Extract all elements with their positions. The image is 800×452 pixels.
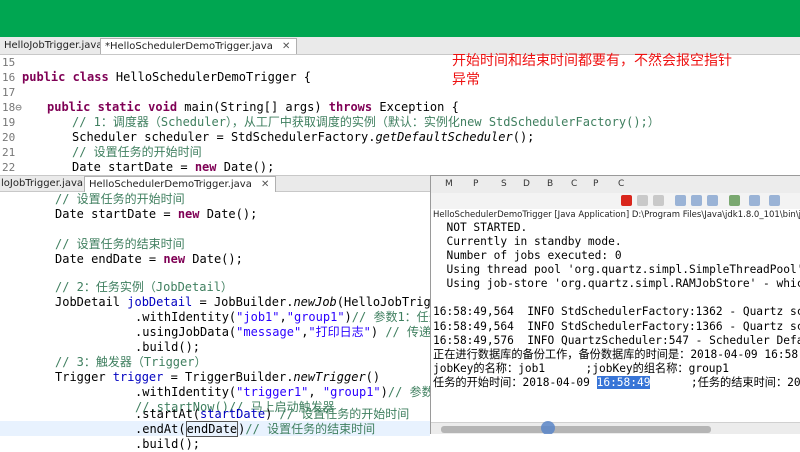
tab-console-alt[interactable]: C <box>571 178 577 190</box>
selected-time-text[interactable]: 16:58:49 <box>596 376 651 389</box>
tab-servers[interactable]: S <box>501 178 507 190</box>
console-line: NOT STARTED. <box>433 221 528 234</box>
close-icon[interactable]: ✕ <box>261 179 269 190</box>
line-number: 19 <box>2 116 16 129</box>
code-line-comment-jobdetail: // 2：任务实例（JobDetail） <box>55 280 233 294</box>
remove-launch-icon[interactable] <box>637 195 648 206</box>
process-label: HelloSchedulerDemoTrigger [Java Applicat… <box>433 210 800 220</box>
tab-helloschedulerdemotrigger[interactable]: HelloSchedulerDemoTrigger.java ✕ <box>84 176 277 192</box>
tab-markers[interactable]: M <box>445 178 453 190</box>
code-line-enddate: Date endDate = new Date(); <box>55 252 243 266</box>
console-toolbar <box>431 193 800 209</box>
display-console-icon[interactable] <box>749 195 760 206</box>
code-line-comment-trigger: // 3：触发器（Trigger） <box>55 355 207 369</box>
tab-helloschedulerdemotrigger[interactable]: *HelloSchedulerDemoTrigger.java ✕ <box>100 38 298 54</box>
console-line: Using thread pool 'org.quartz.simpl.Simp… <box>433 263 800 276</box>
code-line-comment-start: // 设置任务的开始时间 <box>72 145 202 159</box>
line-number: 16 <box>2 71 16 84</box>
start-time-prefix: 任务的开始时间：2018-04-09 <box>433 376 597 389</box>
clear-console-icon[interactable] <box>675 195 686 206</box>
tab-label: HelloJobTrigger.java <box>4 40 103 51</box>
tab-hellojobtrigger[interactable]: loJobTrigger.java <box>0 176 89 191</box>
line-number: 21 <box>2 146 16 159</box>
front-editor-tab-bar: loJobTrigger.java HelloSchedulerDemoTrig… <box>0 176 430 192</box>
terminate-icon[interactable] <box>621 195 632 206</box>
tab-label: loJobTrigger.java <box>1 178 84 189</box>
code-line-comment-end: // 设置任务的结束时间 <box>55 237 185 251</box>
line-number: 20 <box>2 131 16 144</box>
console-line: 正在进行数据库的备份工作，备份数据库的时间是：2018-04-09 16:58:… <box>433 348 800 361</box>
code-line-scheduler: Scheduler scheduler = StdSchedulerFactor… <box>72 130 535 144</box>
console-line: Using job-store 'org.quartz.simpl.RAMJob… <box>433 277 800 290</box>
end-time-suffix: ;任务的结束时间：2018 <box>650 376 800 389</box>
tab-data-source[interactable]: D <box>523 178 530 190</box>
code-line-build: .build(); <box>135 340 201 354</box>
tab-label: HelloSchedulerDemoTrigger.java <box>89 179 252 190</box>
line-number: 15 <box>2 56 16 69</box>
console-line: 16:58:49,564 INFO StdSchedulerFactory:13… <box>433 320 800 333</box>
code-line-trigger: Trigger trigger = TriggerBuilder.newTrig… <box>55 370 381 384</box>
word-wrap-icon[interactable] <box>707 195 718 206</box>
console-line-start-time: 任务的开始时间：2018-04-09 16:58:49 ;任务的结束时间：201… <box>433 376 800 390</box>
scrollbar-thumb[interactable] <box>441 426 711 433</box>
mouse-cursor-icon <box>541 421 555 435</box>
front-editor-window: loJobTrigger.java HelloSchedulerDemoTrig… <box>0 175 467 451</box>
code-line-comment-start: // 设置任务的开始时间 <box>55 192 185 206</box>
console-line: 16:58:49,564 INFO StdSchedulerFactory:13… <box>433 305 800 318</box>
tab-problems[interactable]: P <box>593 178 598 190</box>
console-line: Currently in standby mode. <box>433 235 622 248</box>
console-bottom-strip <box>430 434 800 450</box>
code-line-class-decl: public class HelloSchedulerDemoTrigger { <box>22 70 311 84</box>
pin-console-icon[interactable] <box>729 195 740 206</box>
tab-console[interactable]: C <box>618 178 624 190</box>
code-line-endat: .endAt(endDate)// 设置任务的结束时间 <box>135 421 376 437</box>
tab-hellojobtrigger[interactable]: HelloJobTrigger.java <box>0 38 108 53</box>
tab-label: *HelloSchedulerDemoTrigger.java <box>105 41 273 52</box>
line-number: 22 <box>2 161 16 174</box>
console-line: Number of jobs executed: 0 <box>433 249 622 262</box>
code-line-jobdetail: JobDetail jobDetail = JobBuilder.newJob(… <box>55 295 467 309</box>
line-number: 17 <box>2 86 16 99</box>
open-console-icon[interactable] <box>769 195 780 206</box>
tab-snippets[interactable]: B <box>547 178 553 190</box>
code-line-usingjobdata: .usingJobData("message","打印日志") // 传递参数， <box>135 325 468 339</box>
code-line-main: public static void main(String[] args) t… <box>47 100 459 114</box>
console-line: jobKey的名称：job1 ;jobKey的组名称：group1 <box>433 362 730 375</box>
desktop-green-bar <box>0 0 800 37</box>
red-annotation-note: 开始时间和结束时间都要有，不然会报空指针异常 <box>452 53 732 88</box>
line-number-gutter: 15 16 17 18⊖ 19 20 21 22 23 <box>2 55 22 190</box>
console-line: 16:58:49,576 INFO QuartzScheduler:547 - … <box>433 334 800 347</box>
console-view: M P S D B C P C HelloSchedulerDemoTrigge… <box>430 175 800 435</box>
code-line-startat: .startAt(startDate) // 设置任务的开始时间 <box>135 407 410 421</box>
close-icon[interactable]: ✕ <box>282 41 290 52</box>
scroll-lock-icon[interactable] <box>691 195 702 206</box>
line-number: 18⊖ <box>2 101 22 114</box>
console-tab-bar: M P S D B C P C <box>431 176 800 194</box>
code-line-trigger-identity: .withIdentity("trigger1", "group1")// 参数… <box>135 385 465 399</box>
remove-all-icon[interactable] <box>653 195 664 206</box>
code-line-withidentity: .withIdentity("job1","group1")// 参数1：任务的… <box>135 310 465 324</box>
code-line-startdate: Date startDate = new Date(); <box>55 207 258 221</box>
tab-properties[interactable]: P <box>473 178 478 190</box>
code-line-startdate: Date startDate = new Date(); <box>72 160 275 174</box>
code-line-comment-scheduler: // 1：调度器（Scheduler），从工厂中获取调度的实例（默认：实例化ne… <box>72 115 660 129</box>
